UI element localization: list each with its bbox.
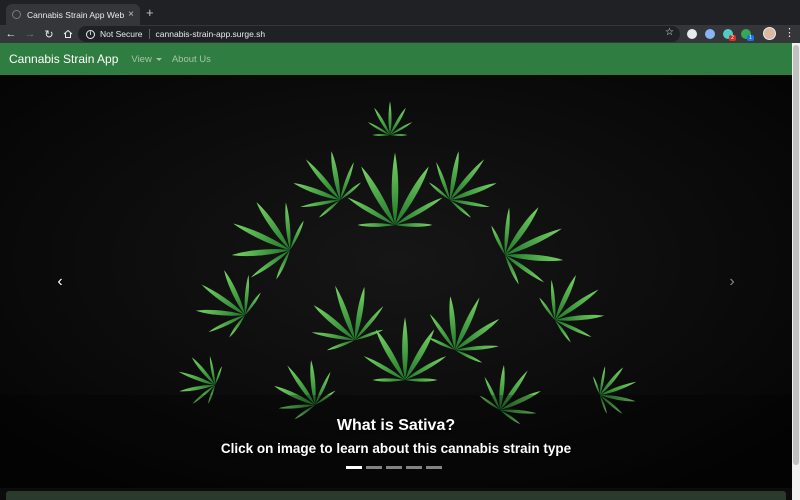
navbar-brand[interactable]: Cannabis Strain App (9, 52, 118, 66)
next-section-edge (6, 491, 786, 500)
globe-icon (12, 10, 21, 19)
divider (148, 29, 150, 39)
site-navbar: Cannabis Strain App View About Us (0, 43, 792, 75)
extension-badge: 2 (729, 35, 736, 41)
url-text[interactable]: cannabis-strain-app.surge.sh (156, 29, 266, 39)
page-content: Cannabis Strain App View About Us ‹ › Wh… (0, 43, 792, 500)
carousel-indicator[interactable] (406, 466, 422, 469)
carousel-caption-title: What is Sativa? (336, 417, 456, 434)
carousel-caption-subtitle: Click on image to learn about this canna… (220, 441, 572, 456)
address-bar[interactable]: i Not Secure cannabis-strain-app.surge.s… (78, 26, 680, 42)
nav-link-view-label: View (131, 53, 152, 65)
carousel-indicator[interactable] (386, 466, 402, 469)
extension-icon[interactable] (687, 29, 697, 39)
close-icon[interactable]: × (128, 9, 134, 20)
nav-link-about-us[interactable]: About Us (172, 54, 211, 65)
browser-tab[interactable]: Cannabis Strain App Website × (6, 4, 140, 25)
carousel-indicator[interactable] (366, 466, 382, 469)
reload-icon[interactable]: ↻ (41, 26, 57, 42)
back-icon[interactable]: ← (3, 26, 19, 42)
info-icon[interactable]: i (86, 29, 95, 39)
profile-avatar[interactable] (763, 27, 776, 40)
nav-link-view[interactable]: View (131, 53, 162, 65)
page-scrollbar[interactable] (792, 43, 800, 500)
security-label: Not Secure (100, 29, 143, 39)
carousel-next-button[interactable]: › (722, 273, 742, 291)
home-icon[interactable] (60, 26, 76, 42)
more-menu-icon[interactable]: ⋮ (784, 26, 795, 39)
extension-badge: 1 (747, 35, 754, 41)
carousel-indicator[interactable] (346, 466, 362, 469)
tab-title: Cannabis Strain App Website (27, 9, 125, 20)
carousel-prev-button[interactable]: ‹ (50, 273, 70, 291)
browser-toolbar: ← → ↻ i Not Secure cannabis-strain-app.s… (0, 25, 800, 43)
forward-icon[interactable]: → (22, 26, 38, 42)
browser-tab-strip: Cannabis Strain App Website × + (0, 0, 800, 25)
caret-down-icon (155, 57, 162, 61)
carousel-indicator[interactable] (426, 466, 442, 469)
carousel-indicators (346, 466, 442, 469)
strain-carousel[interactable]: ‹ › What is Sativa? Click on image to le… (0, 75, 792, 488)
new-tab-button[interactable]: + (146, 6, 154, 20)
scrollbar-thumb[interactable] (793, 45, 799, 465)
bookmark-star-icon[interactable]: ☆ (665, 27, 674, 38)
extension-icon[interactable] (705, 29, 715, 39)
